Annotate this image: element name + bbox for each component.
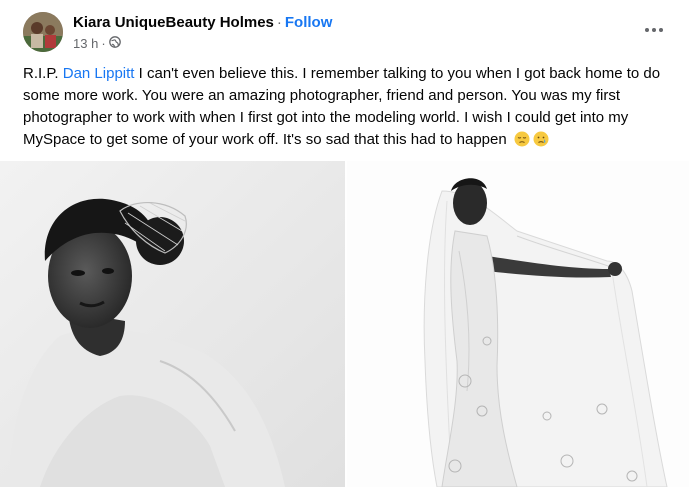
post-meta: 13 h ·: [73, 36, 121, 51]
name-separator: ·: [276, 14, 282, 31]
author-name[interactable]: Kiara UniqueBeauty Holmes: [73, 14, 274, 31]
post-photo-1[interactable]: [0, 161, 345, 487]
post-header: Kiara UniqueBeauty Holmes · Follow 13 h ·: [0, 0, 689, 60]
author-avatar[interactable]: [23, 12, 63, 52]
meta-separator: ·: [101, 36, 106, 51]
post-photo-2[interactable]: [347, 161, 689, 487]
follow-button[interactable]: Follow: [285, 14, 333, 31]
post-text-prefix: R.I.P.: [23, 65, 63, 82]
more-options-icon[interactable]: [638, 18, 670, 42]
crying-face-emoji: [533, 131, 549, 147]
disappointed-face-emoji: [514, 131, 530, 147]
post-text: R.I.P. Dan Lippitt I can't even believe …: [23, 63, 678, 151]
author-line: Kiara UniqueBeauty Holmes · Follow: [73, 14, 332, 32]
facebook-post: Kiara UniqueBeauty Holmes · Follow 13 h · …: [0, 0, 689, 487]
post-timestamp[interactable]: 13 h: [73, 36, 98, 51]
globe-icon: [108, 36, 121, 51]
mention-link[interactable]: Dan Lippitt: [63, 65, 135, 82]
